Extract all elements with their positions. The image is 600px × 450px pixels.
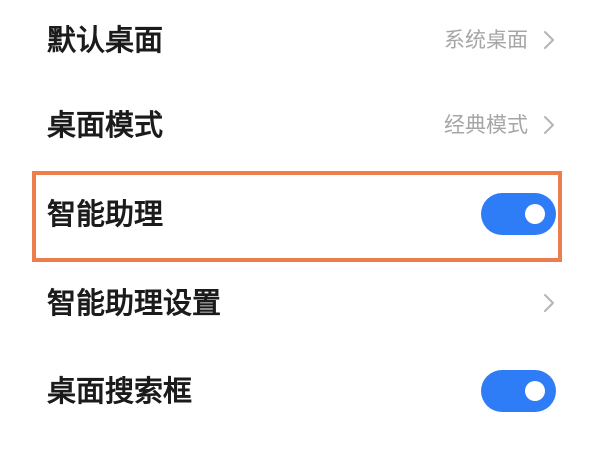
chevron-right-icon — [543, 30, 555, 50]
chevron-right-icon — [543, 115, 555, 135]
desktop-search-box-toggle[interactable] — [481, 370, 556, 412]
setting-label: 桌面搜索框 — [47, 373, 193, 408]
chevron-right-icon — [543, 293, 555, 313]
setting-value: 经典模式 — [444, 112, 528, 137]
setting-row-smart-assistant: 智能助理 — [0, 174, 600, 254]
setting-row-default-desktop[interactable]: 默认桌面 系统桌面 — [0, 0, 600, 80]
setting-label: 智能助理设置 — [47, 285, 222, 320]
setting-label: 桌面模式 — [47, 107, 164, 142]
setting-row-smart-assistant-settings[interactable]: 智能助理设置 — [0, 263, 600, 343]
toggle-knob — [525, 381, 545, 401]
setting-value: 系统桌面 — [444, 27, 528, 52]
setting-row-desktop-search-box: 桌面搜索框 — [0, 351, 600, 431]
setting-label: 默认桌面 — [47, 22, 164, 57]
setting-row-desktop-mode[interactable]: 桌面模式 经典模式 — [0, 85, 600, 165]
settings-list: 默认桌面 系统桌面 桌面模式 经典模式 智能助理 智能助理设置 桌面搜索框 — [0, 0, 600, 450]
toggle-knob — [525, 204, 545, 224]
setting-label: 智能助理 — [47, 196, 164, 231]
smart-assistant-toggle[interactable] — [481, 193, 556, 235]
